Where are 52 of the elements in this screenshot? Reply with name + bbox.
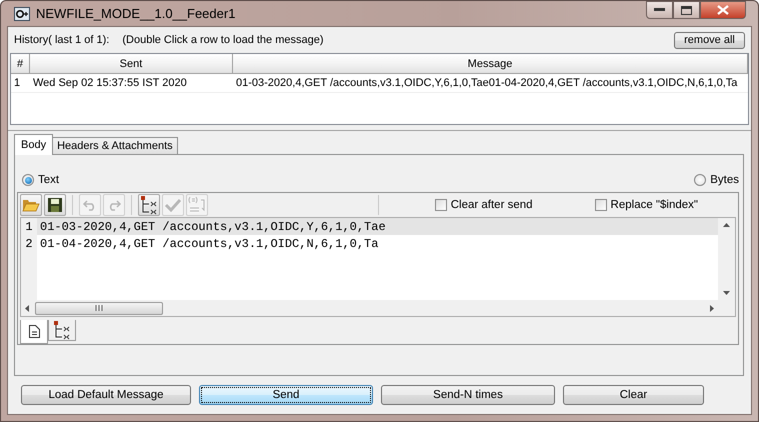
folder-icon: [22, 198, 40, 212]
tab[interactable]: Body: [14, 134, 54, 155]
close-icon: [717, 5, 729, 15]
checkbox-label: Replace "$index": [610, 199, 698, 211]
window-title: NEWFILE_MODE__1.0__Feeder1: [36, 6, 236, 21]
scrollbar-thumb[interactable]: [35, 302, 163, 314]
view-tab[interactable]: [48, 320, 76, 341]
tree-button[interactable]: [138, 194, 160, 216]
radio-label: Bytes: [710, 174, 739, 186]
action-button[interactable]: Send: [199, 385, 373, 405]
app-icon: [14, 6, 30, 20]
horizontal-scrollbar[interactable]: [21, 300, 718, 316]
code-line: 01-04-2020,4,GET /accounts,v3.1,OIDC,N,6,1,0,Ta: [39, 236, 378, 250]
column-header[interactable]: Message: [233, 54, 748, 73]
tree-icon: [53, 320, 71, 340]
minimize-button[interactable]: [646, 1, 673, 19]
code-line: 01-03-2020,4,GET /accounts,v3.1,OIDC,Y,6,1,0,Tae: [39, 220, 386, 234]
document-icon: [28, 325, 40, 338]
action-button[interactable]: Clear: [563, 385, 704, 405]
message-editor[interactable]: 1 01-03-2020,4,GET /accounts,v3.1,OIDC,Y,6,1,0,Tae 2 01-04-2020,4,GET /accounts,v3.1,OIDC,N,6,1,0,Ta: [20, 217, 736, 317]
maximize-icon: [681, 6, 692, 14]
history-row[interactable]: 1 Wed Sep 02 15:37:55 IST 2020 01-03-2020,4,GET /accounts,v3.1,OIDC,Y,6,1,0,Tae01-04-2020,4,GET /accounts,v3.1,OIDC,N,6,1,0,Ta: [11, 74, 748, 93]
checkbox[interactable]: [434, 199, 447, 211]
table-cell-text: 01-03-2020,4,GET /accounts,v3.1,OIDC,Y,6,1,0,Tae01-04-2020,4,GET /accounts,v3.1,OIDC,N,6,1,0,Ta: [235, 77, 738, 89]
column-header[interactable]: Sent: [30, 54, 233, 73]
tree-icon: [140, 195, 158, 215]
history-hint: (Double Click a row to load the message): [122, 34, 324, 46]
scroll-down-icon[interactable]: [723, 291, 730, 295]
radio-button[interactable]: [22, 174, 34, 186]
close-button[interactable]: [700, 1, 746, 19]
table-cell-text: 1: [13, 77, 22, 89]
checkbox[interactable]: [594, 199, 607, 211]
scroll-up-icon[interactable]: [723, 223, 730, 227]
scroll-left-icon[interactable]: [25, 304, 29, 312]
action-button[interactable]: Load Default Message: [21, 385, 191, 405]
action-button[interactable]: Send-N times: [381, 385, 555, 405]
checkbox-label: Clear after send: [450, 199, 533, 211]
save-icon: [47, 197, 63, 213]
check-icon: [164, 198, 182, 212]
remove-all-button[interactable]: remove all: [674, 32, 745, 48]
radio-button[interactable]: [694, 174, 706, 186]
history-label: History( last 1 of 1):: [14, 34, 110, 46]
minimize-icon: [654, 8, 665, 12]
column-header[interactable]: #: [11, 54, 30, 73]
maximize-button[interactable]: [673, 1, 700, 19]
radio-label: Text: [38, 174, 60, 186]
tab[interactable]: Headers & Attachments: [52, 137, 178, 154]
scroll-right-icon[interactable]: [710, 304, 714, 312]
table-cell-text: Wed Sep 02 15:37:55 IST 2020: [32, 77, 188, 89]
view-tab[interactable]: [20, 320, 48, 344]
save-button[interactable]: [44, 194, 66, 216]
vertical-scrollbar[interactable]: [718, 218, 735, 300]
